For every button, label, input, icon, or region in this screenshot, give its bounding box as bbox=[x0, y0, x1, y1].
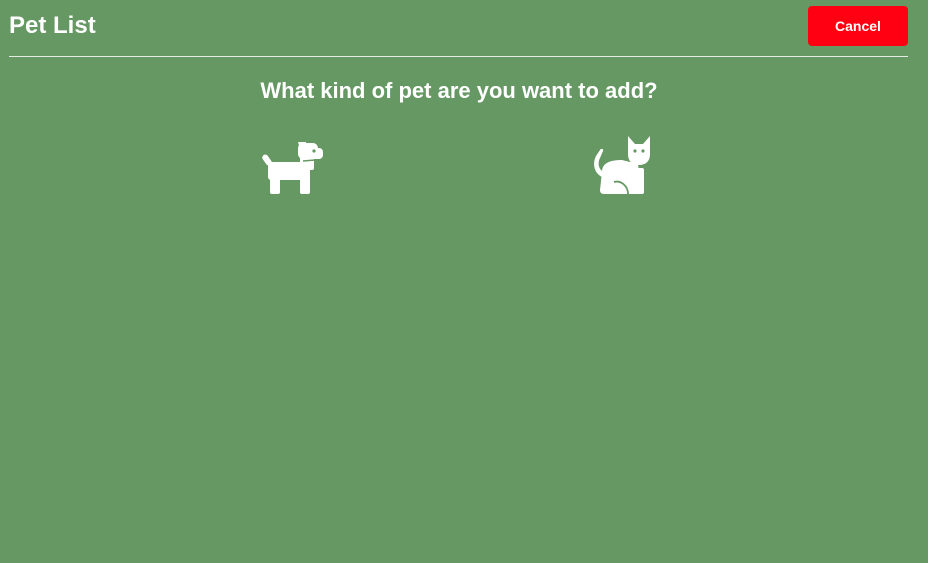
header-divider bbox=[9, 56, 908, 57]
page-title: Pet List bbox=[9, 12, 96, 39]
cat-icon bbox=[594, 136, 650, 195]
dog-option-button[interactable] bbox=[262, 134, 326, 198]
pet-type-question: What kind of pet are you want to add? bbox=[260, 78, 658, 103]
dog-icon bbox=[262, 142, 323, 194]
header: Pet List Cancel bbox=[0, 0, 928, 57]
cat-option-button[interactable] bbox=[590, 134, 654, 198]
cancel-button[interactable]: Cancel bbox=[808, 6, 908, 46]
